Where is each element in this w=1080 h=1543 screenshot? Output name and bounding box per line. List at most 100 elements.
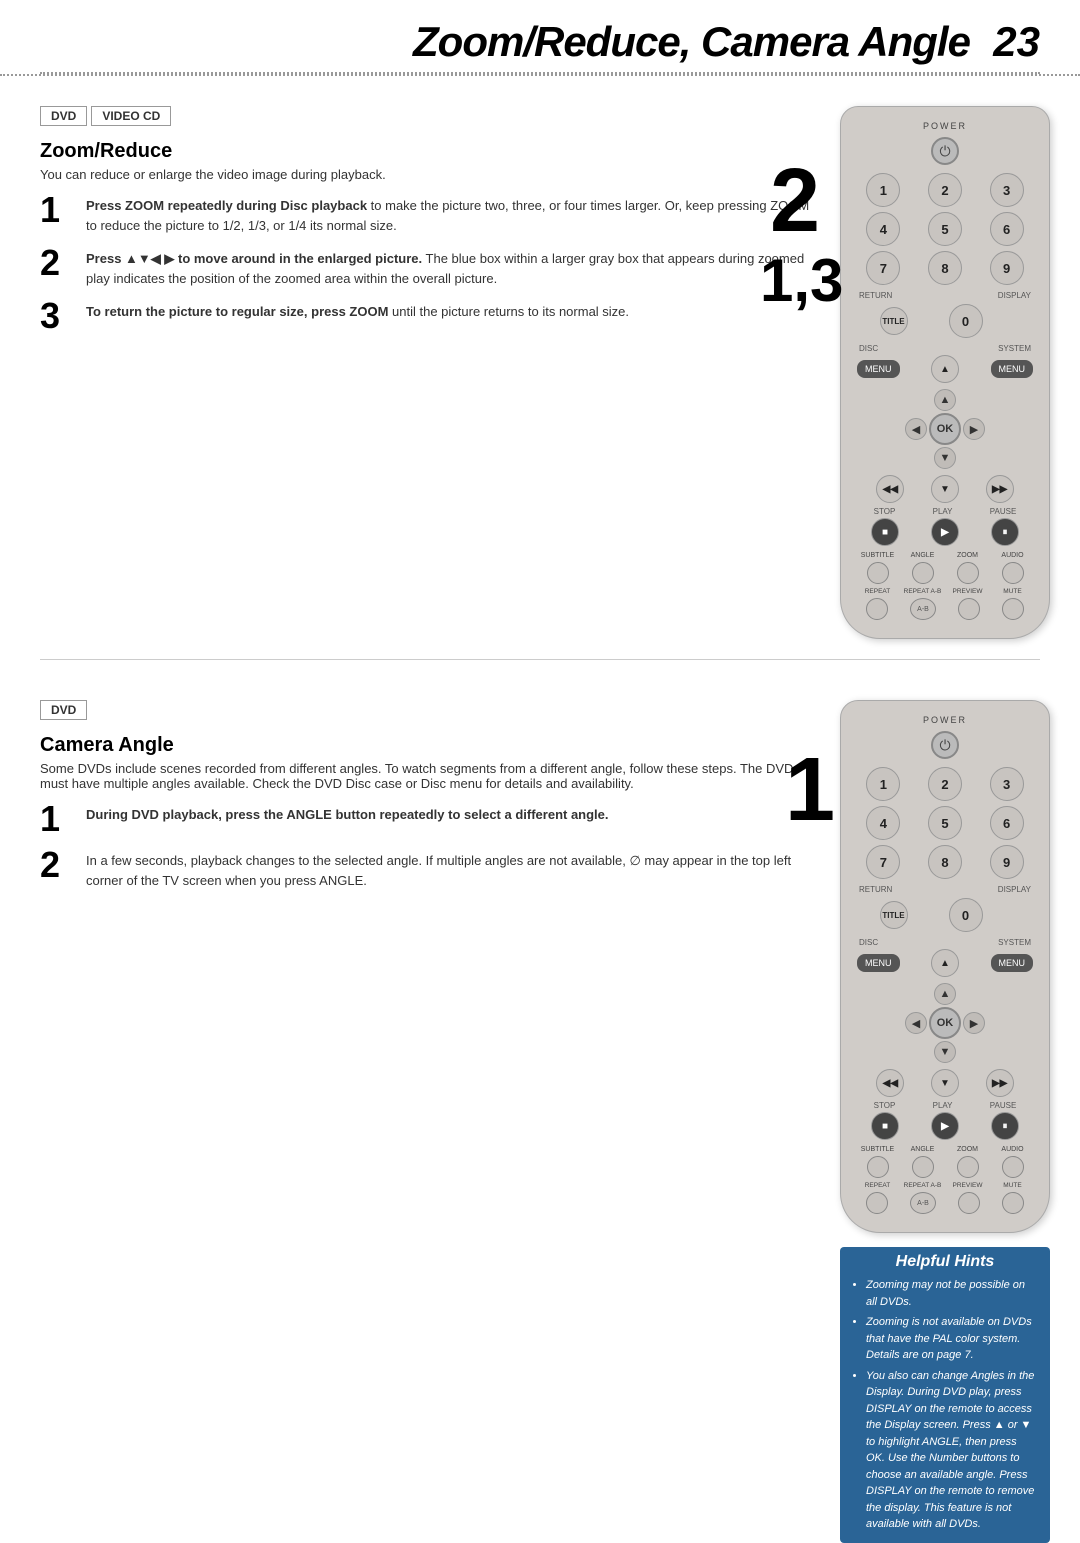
btn-b-a[interactable]: ▲ [931, 949, 959, 977]
mute-btn-b[interactable] [1002, 1192, 1024, 1214]
camera-angle-desc: Some DVDs include scenes recorded from d… [40, 761, 810, 791]
btn-b3[interactable]: 3 [990, 767, 1024, 801]
number-grid: 1 2 3 4 5 6 7 8 9 [855, 173, 1035, 285]
step-ca-1: 1 During DVD playback, press the ANGLE b… [40, 805, 810, 837]
arrow-down[interactable]: ▼ [934, 447, 956, 469]
btn-b0[interactable]: 0 [949, 898, 983, 932]
audio-btn[interactable] [1002, 562, 1024, 584]
subtitle-btn[interactable] [867, 562, 889, 584]
preview-btn[interactable] [958, 598, 980, 620]
btn-4[interactable]: 4 [866, 212, 900, 246]
big-number-2: 2 [770, 156, 820, 246]
power-button[interactable]: ⏻ [931, 137, 959, 165]
step-number-3: 3 [40, 298, 76, 334]
angle-btn[interactable] [912, 562, 934, 584]
btn-3[interactable]: 3 [990, 173, 1024, 207]
step-ca-number-2: 2 [40, 847, 76, 883]
step-3: 3 To return the picture to regular size,… [40, 302, 810, 334]
arrow-right-b[interactable]: ▶ [963, 1012, 985, 1034]
sys-menu-btn-b[interactable]: MENU [991, 954, 1034, 972]
badge-row-top: DVD VIDEO CD [40, 106, 810, 126]
btn-2[interactable]: 2 [928, 173, 962, 207]
audio-btn-b[interactable] [1002, 1156, 1024, 1178]
btn-b2[interactable]: 2 [928, 767, 962, 801]
skip-fwd-btn-b[interactable]: ▶▶ [986, 1069, 1014, 1097]
btn-a[interactable]: ▲ [931, 355, 959, 383]
btn-9[interactable]: 9 [990, 251, 1024, 285]
section-divider [40, 659, 1040, 660]
zoom-btn[interactable] [957, 562, 979, 584]
power-button-bottom[interactable]: ⏻ [931, 731, 959, 759]
camera-angle-section: DVD Camera Angle Some DVDs include scene… [0, 680, 840, 1543]
zoom-reduce-desc: You can reduce or enlarge the video imag… [40, 167, 810, 182]
hint-3: You also can change Angles in the Displa… [866, 1368, 1038, 1533]
btn-7[interactable]: 7 [866, 251, 900, 285]
sys-menu-btn[interactable]: MENU [991, 360, 1034, 378]
btn-b9[interactable]: 9 [990, 845, 1024, 879]
arrow-left[interactable]: ◀ [905, 418, 927, 440]
play-btn[interactable]: ▶ [931, 518, 959, 546]
skip-back-btn[interactable]: ◀◀ [876, 475, 904, 503]
disc-menu-btn[interactable]: MENU [857, 360, 900, 378]
down-btn[interactable]: ▼ [931, 475, 959, 503]
disc-menu-btn-b[interactable]: MENU [857, 954, 900, 972]
step-number-2: 2 [40, 245, 76, 281]
pause-btn[interactable]: ⏸ [991, 518, 1019, 546]
badge-row-bottom: DVD [40, 700, 810, 720]
skip-back-btn-b[interactable]: ◀◀ [876, 1069, 904, 1097]
btn-b6[interactable]: 6 [990, 806, 1024, 840]
stop-btn-b[interactable]: ■ [871, 1112, 899, 1140]
btn-0[interactable]: 0 [949, 304, 983, 338]
btn-b1[interactable]: 1 [866, 767, 900, 801]
btn-b4[interactable]: 4 [866, 806, 900, 840]
btn-b-title[interactable]: TITLE [880, 901, 908, 929]
btn-title[interactable]: TITLE [880, 307, 908, 335]
btn-b5[interactable]: 5 [928, 806, 962, 840]
step-number-1: 1 [40, 192, 76, 228]
remote-top: POWER ⏻ 1 2 3 4 5 6 7 8 9 RETURN DI [840, 106, 1050, 639]
arrow-right[interactable]: ▶ [963, 418, 985, 440]
step-text-3: To return the picture to regular size, p… [86, 302, 629, 322]
repeat-btn-b[interactable] [866, 1192, 888, 1214]
remote-bottom: POWER ⏻ 1 2 3 4 5 6 7 8 9 RETURN DI [840, 700, 1050, 1233]
btn-6[interactable]: 6 [990, 212, 1024, 246]
zoom-reduce-section: DVD VIDEO CD Zoom/Reduce You can reduce … [0, 86, 840, 639]
play-btn-b[interactable]: ▶ [931, 1112, 959, 1140]
power-label-bottom: POWER [855, 715, 1035, 725]
zoom-btn-b[interactable] [957, 1156, 979, 1178]
mute-btn[interactable] [1002, 598, 1024, 620]
step-1: 1 Press ZOOM repeatedly during Disc play… [40, 196, 810, 235]
preview-btn-b[interactable] [958, 1192, 980, 1214]
angle-btn-b[interactable] [912, 1156, 934, 1178]
helpful-hints-title: Helpful Hints [852, 1253, 1038, 1271]
big-number-bottom-1: 1 [785, 745, 835, 835]
hint-1: Zooming may not be possible on all DVDs. [866, 1277, 1038, 1310]
down-btn-b[interactable]: ▼ [931, 1069, 959, 1097]
arrow-up-b[interactable]: ▲ [934, 983, 956, 1005]
btn-b8[interactable]: 8 [928, 845, 962, 879]
pause-btn-b[interactable]: ⏸ [991, 1112, 1019, 1140]
arrow-left-b[interactable]: ◀ [905, 1012, 927, 1034]
ok-button-b[interactable]: OK [929, 1007, 961, 1039]
repeat-ab-btn[interactable]: A-B [910, 598, 936, 620]
btn-8[interactable]: 8 [928, 251, 962, 285]
btn-b7[interactable]: 7 [866, 845, 900, 879]
subtitle-btn-b[interactable] [867, 1156, 889, 1178]
btn-5[interactable]: 5 [928, 212, 962, 246]
page-header: Zoom/Reduce, Camera Angle 23 [0, 0, 1080, 76]
badge-dvd-bottom: DVD [40, 700, 87, 720]
power-label: POWER [855, 121, 1035, 131]
ok-button[interactable]: OK [929, 413, 961, 445]
stop-btn[interactable]: ■ [871, 518, 899, 546]
badge-dvd: DVD [40, 106, 87, 126]
badge-videocd: VIDEO CD [91, 106, 171, 126]
btn-1[interactable]: 1 [866, 173, 900, 207]
arrow-up[interactable]: ▲ [934, 389, 956, 411]
skip-fwd-btn[interactable]: ▶▶ [986, 475, 1014, 503]
page-title: Zoom/Reduce, Camera Angle [413, 18, 970, 65]
camera-angle-title: Camera Angle [40, 734, 810, 757]
step-2: 2 Press ▲▼◀ ▶ to move around in the enla… [40, 249, 810, 288]
arrow-down-b[interactable]: ▼ [934, 1041, 956, 1063]
repeat-btn[interactable] [866, 598, 888, 620]
repeat-ab-btn-b[interactable]: A-B [910, 1192, 936, 1214]
